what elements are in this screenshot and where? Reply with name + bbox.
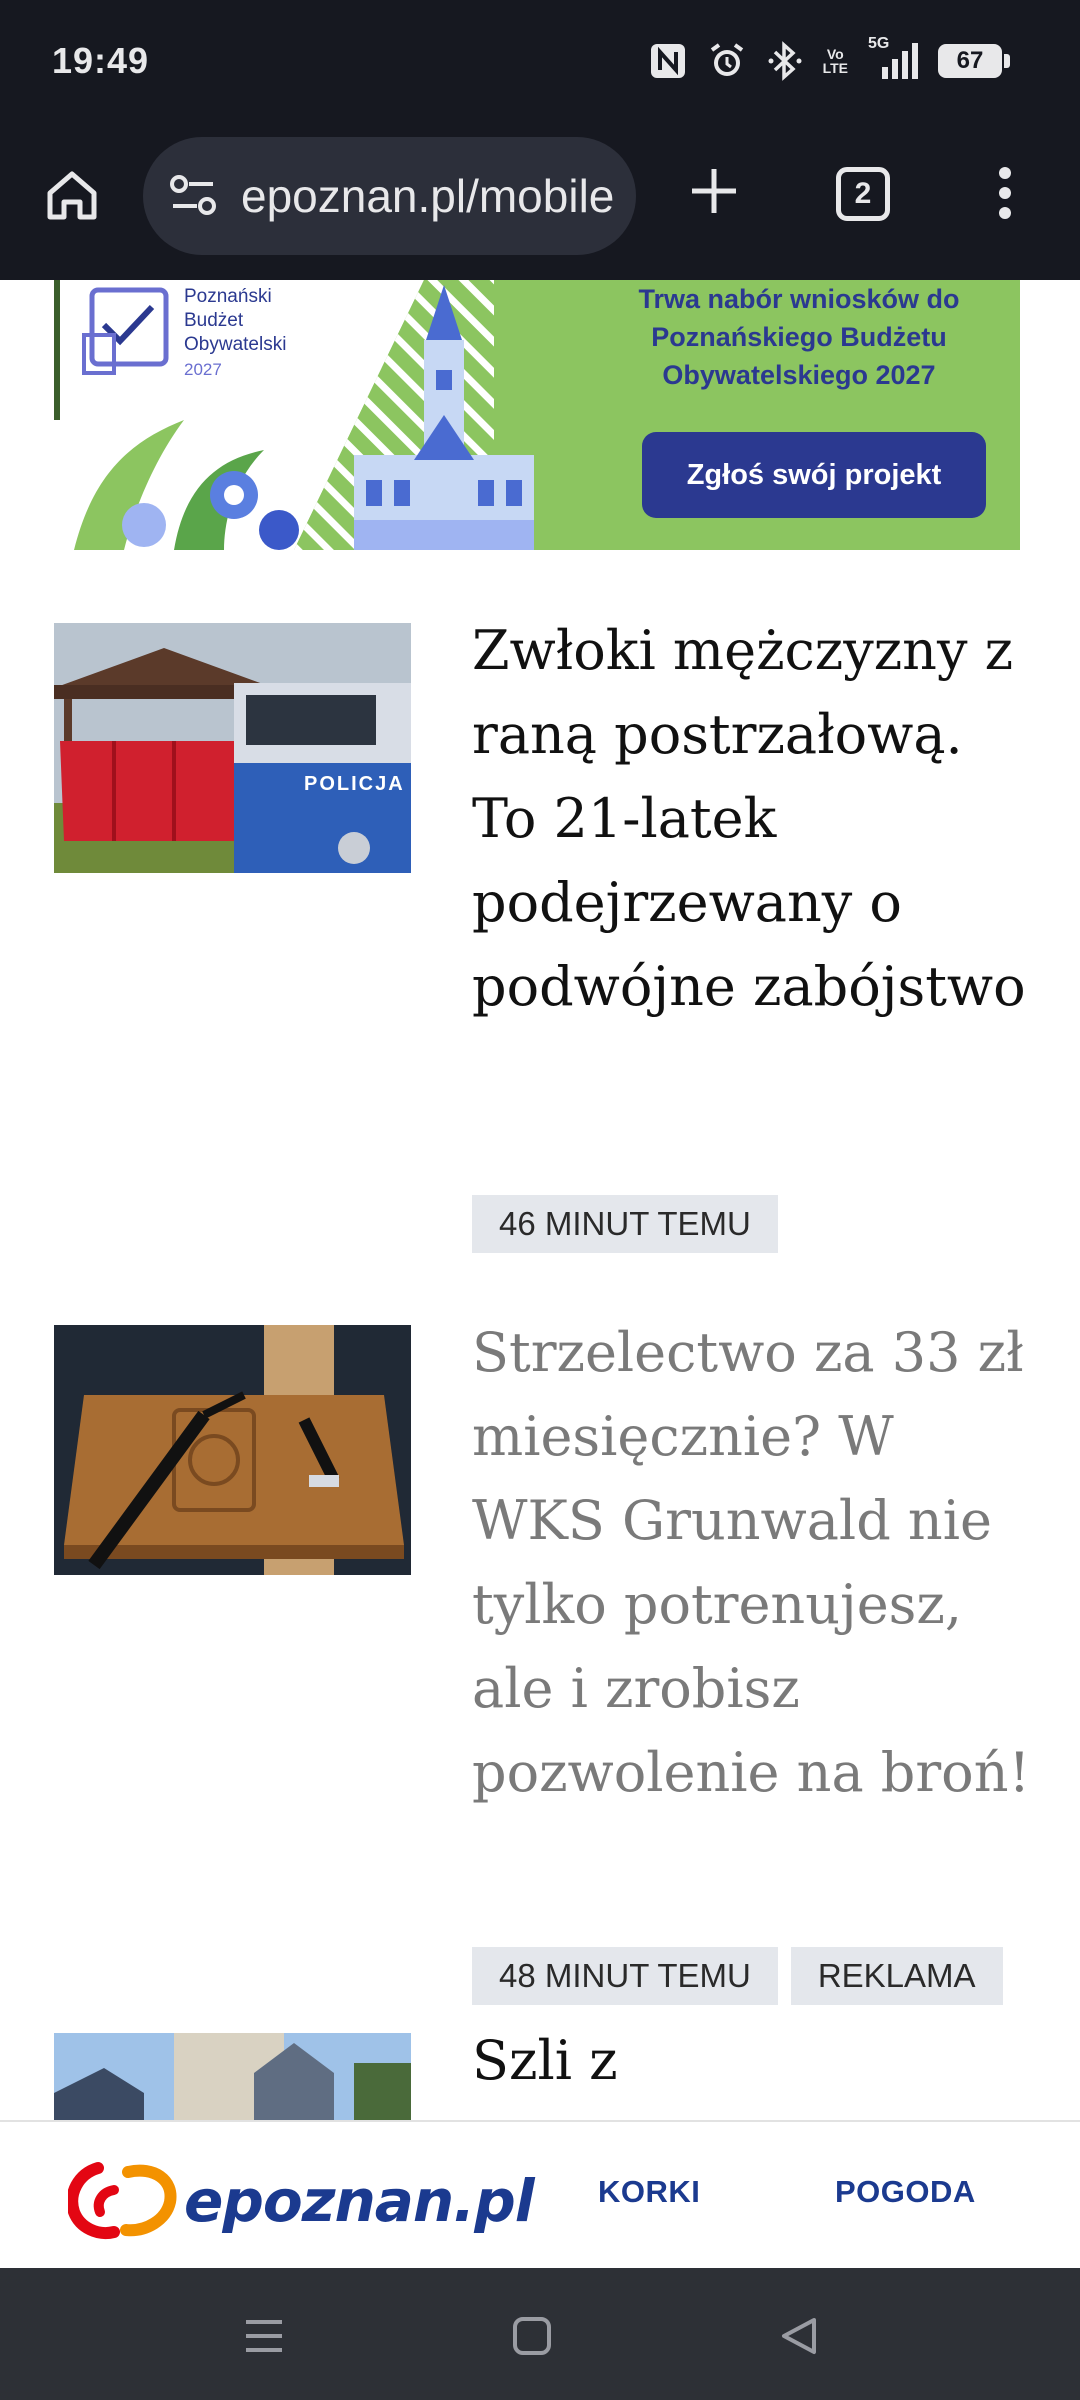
article-thumbnail[interactable] (54, 1325, 411, 1575)
page-content: Poznański Budżet Obywatelski 2027 Trwa n… (0, 280, 1080, 2120)
bluetooth-icon (767, 41, 803, 81)
time-badge: 46 MINUT TEMU (472, 1195, 778, 1253)
tabs-button[interactable]: 2 (836, 167, 890, 221)
battery-icon: 67 (938, 44, 1010, 78)
home-icon (47, 171, 97, 220)
recents-menu-icon (246, 2320, 282, 2352)
site-bottom-bar: epoznan.pl KORKI POGODA (0, 2120, 1080, 2268)
article-item[interactable]: Szli z (54, 2029, 1026, 2120)
more-menu-icon (999, 167, 1011, 219)
budget-banner[interactable]: Poznański Budżet Obywatelski 2027 Trwa n… (54, 280, 1020, 550)
logo-mark-icon (68, 2162, 177, 2239)
status-icons: Vo LTE 5G 67 (649, 36, 1010, 84)
article-tags: 46 MINUT TEMU (472, 1195, 778, 1253)
home-button[interactable] (38, 161, 106, 229)
logo-text: epoznan.pl (184, 2167, 535, 2235)
url-text[interactable]: epoznan.pl/mobile (241, 169, 614, 223)
home-nav-button[interactable] (502, 2306, 562, 2366)
sponsored-badge: REKLAMA (790, 1947, 1003, 2005)
android-navigation-bar (0, 2268, 1080, 2400)
browser-toolbar: epoznan.pl/mobile 2 (0, 125, 1080, 280)
thumbnail-car-text: POLICJA (304, 773, 405, 795)
banner-logo-line2: Budżet (184, 310, 244, 331)
alarm-icon (707, 41, 747, 81)
recents-button[interactable] (234, 2306, 294, 2366)
banner-logo-line3: Obywatelski (184, 334, 287, 355)
home-square-icon (513, 2317, 551, 2355)
new-tab-button[interactable] (680, 157, 748, 225)
status-time: 19:49 (52, 40, 150, 81)
banner-headline-line1: Trwa nabór wniosków do (638, 284, 960, 314)
traffic-link[interactable]: KORKI (598, 2174, 700, 2210)
volte-label-top: Vo (826, 46, 844, 62)
site-logo[interactable]: epoznan.pl (68, 2160, 535, 2242)
status-bar: 19:49 Vo LTE 5G 67 (0, 0, 1080, 125)
battery-level: 67 (956, 47, 984, 74)
network-label: 5G (868, 35, 890, 52)
banner-logo-line1: Poznański (184, 286, 272, 307)
article-thumbnail[interactable]: POLICJA (54, 623, 411, 873)
volte-icon: Vo LTE (823, 47, 848, 75)
banner-logo-year: 2027 (184, 360, 222, 379)
more-menu-button[interactable] (985, 161, 1025, 225)
banner-headline-line2: Poznańskiego Budżetu (651, 322, 947, 352)
back-button[interactable] (768, 2306, 828, 2366)
signal-5g-icon: 5G (868, 36, 918, 81)
article-thumbnail[interactable] (54, 2033, 411, 2120)
article-tags: 48 MINUT TEMU REKLAMA (472, 1947, 1003, 2005)
back-triangle-icon (782, 2318, 816, 2354)
nfc-icon (649, 42, 687, 80)
new-tab-icon (692, 169, 736, 213)
banner-headline-line3: Obywatelskiego 2027 (662, 360, 936, 390)
time-badge: 48 MINUT TEMU (472, 1947, 778, 2005)
weather-link[interactable]: POGODA (835, 2174, 976, 2210)
article-title[interactable]: Szli z (472, 2019, 1032, 2103)
volte-label-bottom: LTE (822, 60, 848, 76)
article-item[interactable]: Strzelectwo za 33 zł miesięcznie? W WKS … (54, 1321, 1030, 2015)
banner-headline: Trwa nabór wniosków do Poznańskiego Budż… (594, 280, 1004, 394)
article-item[interactable]: POLICJA Zwłoki mężczyzny z raną postrzał… (54, 619, 1026, 1263)
submit-project-button[interactable]: Zgłoś swój projekt (642, 432, 986, 518)
article-title[interactable]: Strzelectwo za 33 zł miesięcznie? W WKS … (472, 1311, 1032, 1815)
site-settings-icon[interactable] (169, 173, 217, 222)
battery-body: 67 (938, 44, 1010, 78)
url-bar[interactable]: epoznan.pl/mobile (143, 137, 636, 255)
tabs-count: 2 (854, 177, 872, 210)
article-title[interactable]: Zwłoki mężczyzny z raną postrzałową. To … (472, 609, 1032, 1029)
